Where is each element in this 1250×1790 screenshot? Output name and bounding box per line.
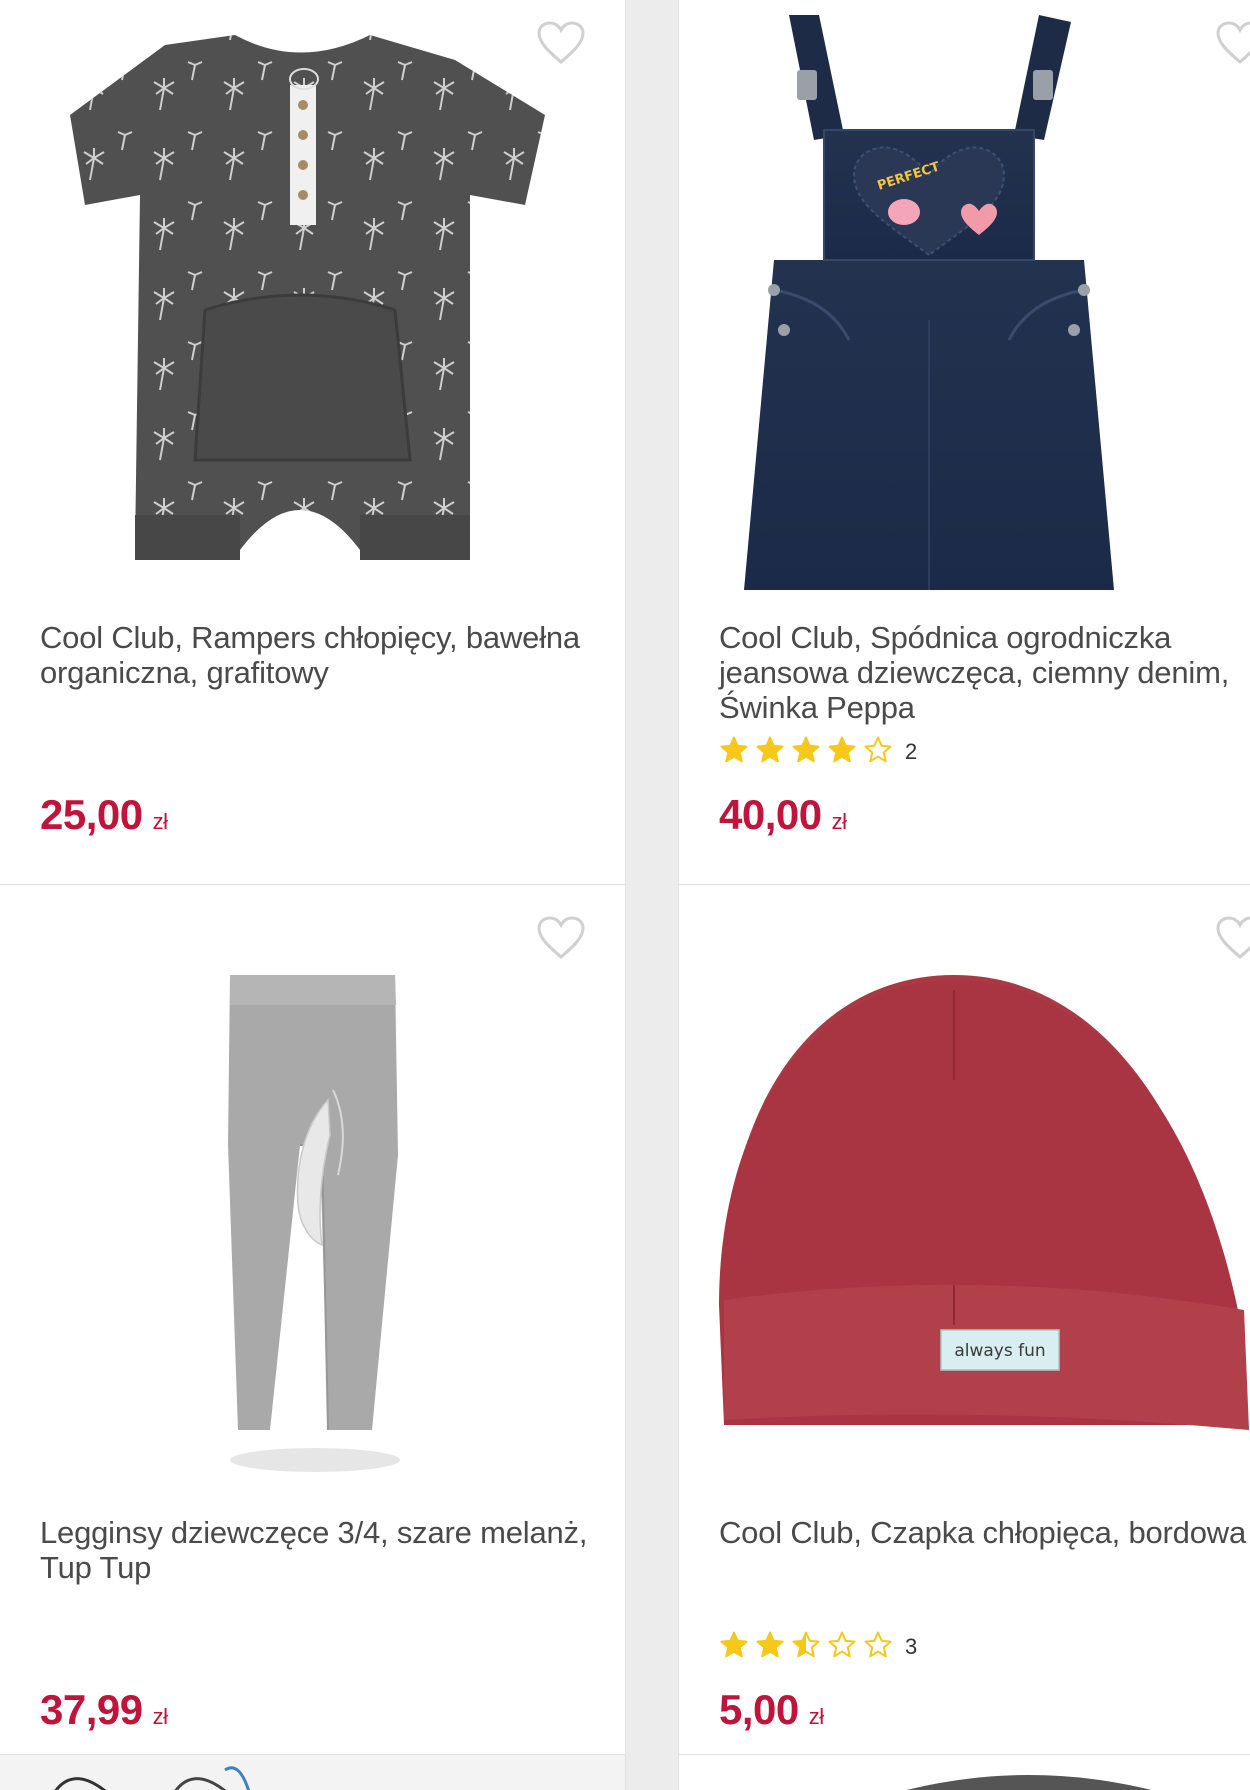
rating-stars [719,1630,899,1665]
product-image[interactable]: always fun [679,885,1250,1495]
heart-outline-icon[interactable] [535,18,587,68]
rating-count[interactable]: 2 [905,739,917,765]
star-icon [792,1631,820,1657]
product-grid: Cool Club, Rampers chłopięcy, bawełna or… [0,0,1250,1790]
product-price: 37,99 zł [40,1685,168,1742]
star-icon [792,736,820,762]
price-currency: zł [152,809,168,834]
product-image[interactable] [0,885,625,1495]
price-value: 5,00 [719,1686,799,1733]
star-icon [720,736,748,762]
product-title[interactable]: Cool Club, Spódnica ogrodniczka jeansowa… [719,620,1250,725]
product-card[interactable]: Cool Club, Rampers chłopięcy, bawełna or… [0,0,625,890]
product-image[interactable] [0,1755,625,1790]
star-icon [756,736,784,762]
star-icon [828,1631,856,1657]
product-card[interactable]: PERFECT Cool Club, Spódnica ogrodniczka … [679,0,1250,890]
product-price: 25,00 zł [40,790,168,847]
star-icon [864,1631,892,1657]
product-image[interactable] [0,0,625,600]
price-value: 37,99 [40,1686,143,1733]
heart-outline-icon[interactable] [1214,18,1250,68]
star-icon [864,736,892,762]
heart-outline-icon[interactable] [535,913,587,963]
product-price: 5,00 zł [719,1685,824,1742]
product-image[interactable]: PERFECT [679,0,1250,600]
product-image[interactable] [679,1755,1250,1790]
star-icon [720,1631,748,1657]
rating-stars [719,735,899,770]
star-rating[interactable]: 2 [719,734,917,770]
product-title[interactable]: Cool Club, Rampers chłopięcy, bawełna or… [40,620,610,690]
product-price: 40,00 zł [719,790,847,847]
rating-count[interactable]: 3 [905,1634,917,1660]
product-title[interactable]: Legginsy dziewczęce 3/4, szare melanż, T… [40,1515,610,1585]
star-icon [828,736,856,762]
price-currency: zł [152,1704,168,1729]
price-value: 25,00 [40,791,143,838]
hat-label-text: always fun [954,1341,1045,1361]
product-card[interactable]: always fun Cool Club, Czapka chłopięca, … [679,885,1250,1755]
heart-outline-icon[interactable] [1214,913,1250,963]
product-card[interactable] [679,1755,1250,1790]
star-rating[interactable]: 3 [719,1629,917,1665]
product-card[interactable]: Legginsy dziewczęce 3/4, szare melanż, T… [0,885,625,1755]
product-title[interactable]: Cool Club, Czapka chłopięca, bordowa [719,1515,1250,1550]
price-currency: zł [808,1704,824,1729]
price-currency: zł [831,809,847,834]
star-icon [756,1631,784,1657]
price-value: 40,00 [719,791,822,838]
product-card[interactable] [0,1755,625,1790]
